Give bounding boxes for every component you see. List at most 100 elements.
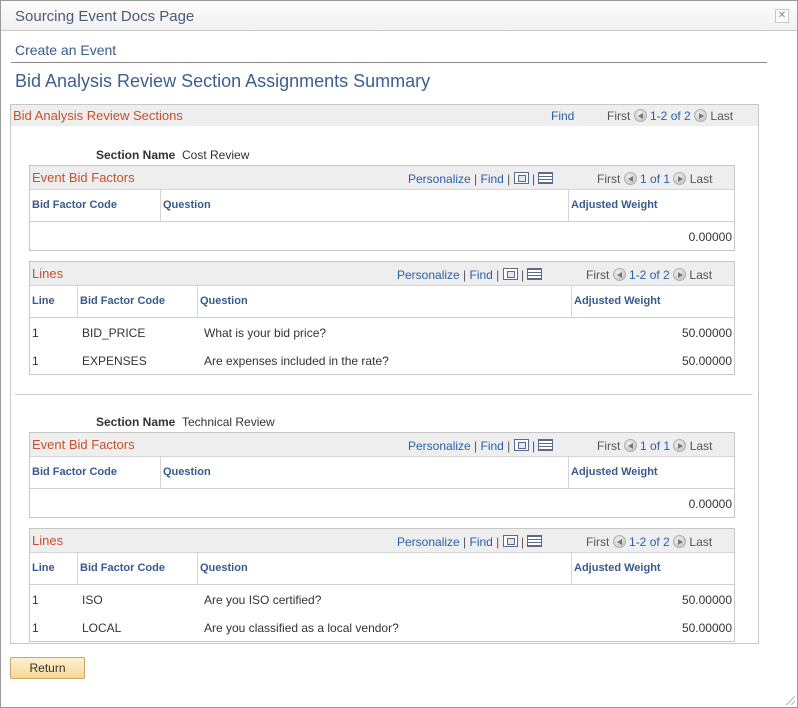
cell-weight: 0.00000: [688, 230, 732, 244]
column-headers: Bid Factor Code Question Adjusted Weight: [30, 190, 734, 222]
cell-weight: 0.00000: [688, 497, 732, 511]
grid-tools: Personalize | Find | |: [408, 439, 554, 453]
cell-weight: 50.00000: [681, 354, 732, 368]
col-adjusted-weight[interactable]: Adjusted Weight: [569, 190, 734, 222]
cell-line: 1: [32, 326, 39, 340]
prev-arrow-icon[interactable]: [612, 535, 626, 548]
table-row: 1 EXPENSES Are expenses included in the …: [30, 346, 734, 374]
prev-arrow-icon[interactable]: [633, 109, 647, 122]
download-icon[interactable]: [527, 268, 543, 280]
grid-title: Lines: [32, 533, 64, 548]
download-icon[interactable]: [538, 172, 554, 184]
next-arrow-icon[interactable]: [673, 268, 687, 281]
review-sections-title: Bid Analysis Review Sections: [13, 108, 183, 123]
grid-tools: Personalize | Find | |: [397, 535, 543, 549]
cell-question: What is your bid price?: [204, 326, 327, 340]
zoom-icon[interactable]: [502, 268, 518, 280]
page-title: Bid Analysis Review Section Assignments …: [15, 71, 431, 91]
download-icon[interactable]: [538, 439, 554, 451]
col-adjusted-weight[interactable]: Adjusted Weight: [569, 457, 734, 489]
grid-header: Event Bid Factors Personalize | Find | |…: [30, 433, 734, 457]
zoom-icon[interactable]: [502, 535, 518, 547]
col-question[interactable]: Question: [161, 457, 569, 489]
find-link[interactable]: Find: [481, 439, 504, 453]
personalize-link[interactable]: Personalize: [408, 172, 471, 186]
grid-header: Lines Personalize | Find | | First 1-2 o…: [30, 529, 734, 553]
cell-weight: 50.00000: [681, 593, 732, 607]
personalize-link[interactable]: Personalize: [397, 535, 460, 549]
personalize-link[interactable]: Personalize: [408, 439, 471, 453]
next-arrow-icon[interactable]: [673, 535, 687, 548]
first-label: First: [597, 172, 621, 186]
col-bid-factor-code[interactable]: Bid Factor Code: [30, 457, 161, 489]
col-adjusted-weight[interactable]: Adjusted Weight: [572, 553, 734, 585]
col-line[interactable]: Line: [30, 553, 78, 585]
col-question[interactable]: Question: [198, 553, 572, 585]
table-row: 1 ISO Are you ISO certified? 50.00000: [30, 585, 734, 613]
col-line[interactable]: Line: [30, 286, 78, 318]
close-icon[interactable]: ✕: [775, 9, 789, 23]
column-headers: Line Bid Factor Code Question Adjusted W…: [30, 286, 734, 318]
zoom-icon[interactable]: [513, 172, 529, 184]
download-icon[interactable]: [527, 535, 543, 547]
col-question[interactable]: Question: [198, 286, 572, 318]
next-arrow-icon[interactable]: [673, 172, 687, 185]
find-link[interactable]: Find: [481, 172, 504, 186]
first-label: First: [586, 268, 610, 282]
modal-titlebar: Sourcing Event Docs Page ✕: [1, 1, 797, 31]
last-label: Last: [689, 535, 713, 549]
grid-nav: First 1 of 1 Last: [597, 172, 712, 186]
review-sections-nav: First 1-2 of 2 Last: [607, 109, 733, 123]
cell-code: BID_PRICE: [82, 326, 146, 340]
table-row: 1 LOCAL Are you classified as a local ve…: [30, 613, 734, 641]
section-divider: [15, 394, 753, 395]
grid-header: Event Bid Factors Personalize | Find | |…: [30, 166, 734, 190]
next-arrow-icon[interactable]: [694, 109, 708, 122]
column-headers: Line Bid Factor Code Question Adjusted W…: [30, 553, 734, 585]
find-link[interactable]: Find: [470, 535, 493, 549]
grid-nav: First 1-2 of 2 Last: [586, 535, 712, 549]
last-label: Last: [689, 172, 713, 186]
col-bid-factor-code[interactable]: Bid Factor Code: [78, 286, 198, 318]
zoom-icon[interactable]: [513, 439, 529, 451]
last-label: Last: [710, 109, 734, 123]
lines-grid: Lines Personalize | Find | | First 1-2 o…: [29, 261, 735, 375]
col-question[interactable]: Question: [161, 190, 569, 222]
last-label: Last: [689, 268, 713, 282]
prev-arrow-icon[interactable]: [623, 172, 637, 185]
review-sections-find-link[interactable]: Find: [551, 109, 574, 123]
cell-code: EXPENSES: [82, 354, 147, 368]
row-range: 1-2 of 2: [629, 535, 670, 549]
column-headers: Bid Factor Code Question Adjusted Weight: [30, 457, 734, 489]
grid-tools: Personalize | Find | |: [408, 172, 554, 186]
cell-line: 1: [32, 621, 39, 635]
col-bid-factor-code[interactable]: Bid Factor Code: [30, 190, 161, 222]
event-bid-factors-grid: Event Bid Factors Personalize | Find | |…: [29, 165, 735, 251]
grid-nav: First 1-2 of 2 Last: [586, 268, 712, 282]
col-bid-factor-code[interactable]: Bid Factor Code: [78, 553, 198, 585]
grid-title: Event Bid Factors: [32, 170, 135, 185]
section-name-label: Section Name: [96, 415, 176, 429]
cell-question: Are you classified as a local vendor?: [204, 621, 399, 635]
row-range: 1 of 1: [640, 172, 671, 186]
table-row: 1 BID_PRICE What is your bid price? 50.0…: [30, 318, 734, 346]
table-row: 0.00000: [30, 222, 734, 250]
return-button[interactable]: Return: [10, 657, 85, 679]
section-name-value: Cost Review: [182, 148, 250, 162]
resize-grip-icon[interactable]: [785, 695, 795, 705]
cell-code: LOCAL: [82, 621, 122, 635]
event-bid-factors-grid: Event Bid Factors Personalize | Find | |…: [29, 432, 735, 518]
col-adjusted-weight[interactable]: Adjusted Weight: [572, 286, 734, 318]
modal-window: Sourcing Event Docs Page ✕ Create an Eve…: [0, 0, 798, 708]
personalize-link[interactable]: Personalize: [397, 268, 460, 282]
breadcrumb[interactable]: Create an Event: [15, 42, 116, 58]
grid-nav: First 1 of 1 Last: [597, 439, 712, 453]
find-link[interactable]: Find: [470, 268, 493, 282]
cell-line: 1: [32, 354, 39, 368]
grid-title: Event Bid Factors: [32, 437, 135, 452]
grid-title: Lines: [32, 266, 64, 281]
prev-arrow-icon[interactable]: [623, 439, 637, 452]
next-arrow-icon[interactable]: [673, 439, 687, 452]
prev-arrow-icon[interactable]: [612, 268, 626, 281]
row-range: 1 of 1: [640, 439, 671, 453]
